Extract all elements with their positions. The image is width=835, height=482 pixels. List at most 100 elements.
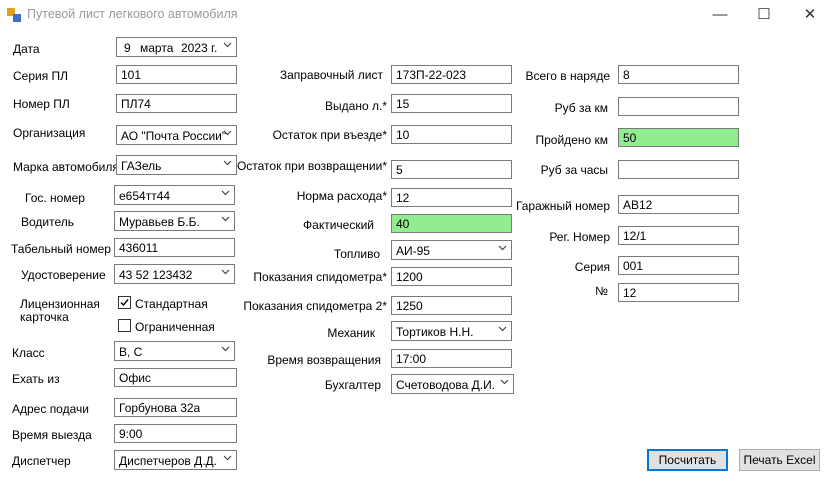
app-icon [7, 8, 21, 22]
reg-number-label: Рег. Номер [549, 230, 610, 244]
mechanic-value: Тортиков Н.Н. [396, 325, 474, 339]
passed-km-input[interactable]: 50 [618, 128, 739, 147]
number-pl-label: Номер ПЛ [13, 97, 70, 111]
from-label: Ехать из [12, 372, 60, 386]
issued-label: Выдано л.* [325, 99, 387, 113]
driver-value: Муравьев Б.Б. [119, 215, 200, 229]
passed-km-label: Пройдено км [535, 133, 609, 147]
date-month: марта [140, 41, 174, 55]
dispatcher-select[interactable]: Диспетчеров Д.Д. [114, 450, 237, 470]
rub-km-input[interactable] [618, 97, 739, 116]
remain-out-label: Остаток при въезде* [272, 128, 387, 142]
total-input[interactable]: 8 [618, 65, 739, 84]
tab-number-input[interactable]: 436011 [114, 238, 235, 257]
depart-time-input[interactable]: 9:00 [114, 424, 237, 443]
plate-select[interactable]: е654тт44 [114, 185, 235, 205]
from-input[interactable]: Офис [114, 368, 237, 387]
title-bar: Путевой лист легкового автомобиля — ☐ ✕ [0, 0, 835, 30]
dispatcher-label: Диспетчер [12, 454, 71, 468]
series-pl-input[interactable]: 101 [116, 65, 237, 84]
standard-checkbox-label[interactable]: Стандартная [135, 297, 208, 311]
remain-out-input[interactable]: 10 [391, 125, 512, 144]
chevron-down-icon[interactable] [223, 128, 232, 138]
chevron-down-icon[interactable] [221, 214, 230, 224]
series-label: Серия [574, 260, 610, 274]
actual-input[interactable]: 40 [391, 214, 512, 233]
odometer2-input[interactable]: 1250 [391, 296, 512, 315]
chevron-down-icon[interactable] [500, 377, 509, 387]
fuel-sheet-input[interactable]: 173П-22-023 [391, 65, 512, 84]
series-pl-label: Серия ПЛ [13, 69, 69, 83]
class-value: В, С [119, 345, 143, 359]
chevron-down-icon[interactable] [221, 188, 230, 198]
car-brand-select[interactable]: ГАЗель [116, 155, 237, 175]
chevron-down-icon[interactable] [221, 267, 230, 277]
date-label: Дата [13, 42, 40, 56]
mechanic-select[interactable]: Тортиков Н.Н. [391, 321, 512, 341]
reg-number-input[interactable]: 12/1 [618, 226, 739, 245]
car-brand-label: Марка автомобиля [13, 160, 119, 174]
remain-back-input[interactable]: 5 [391, 160, 512, 179]
return-time-label: Время возвращения [267, 353, 381, 367]
calculate-button[interactable]: Посчитать [647, 449, 728, 471]
address-input[interactable]: Горбунова 32а [114, 398, 237, 417]
plate-label: Гос. номер [25, 191, 85, 205]
class-select[interactable]: В, С [114, 341, 235, 361]
limited-checkbox-label[interactable]: Ограниченная [135, 320, 215, 334]
chevron-down-icon[interactable] [498, 243, 507, 253]
rub-km-label: Руб за км [554, 101, 608, 115]
date-picker[interactable]: 9 марта 2023 г. [116, 37, 237, 57]
number-pl-input[interactable]: ПЛ74 [116, 94, 237, 113]
odometer-label: Показания спидометра* [253, 270, 387, 284]
odometer2-label: Показания спидометра 2* [243, 299, 387, 313]
license-label: Удостоверение [21, 268, 106, 282]
mechanic-label: Механик [327, 326, 375, 340]
total-label: Всего в наряде [525, 69, 610, 83]
chevron-down-icon[interactable] [498, 324, 507, 334]
tab-number-label: Табельный номер [11, 242, 111, 256]
organization-label: Организация [13, 126, 86, 140]
date-year: 2023 г. [181, 41, 218, 55]
card-label-line2: карточка [20, 310, 69, 324]
maximize-button[interactable]: ☐ [741, 0, 787, 30]
chevron-down-icon[interactable] [223, 453, 232, 463]
print-excel-button[interactable]: Печать Excel [739, 449, 820, 471]
chevron-down-icon[interactable] [223, 40, 232, 50]
driver-label: Водитель [21, 215, 75, 229]
rub-hour-label: Руб за часы [540, 163, 608, 177]
address-label: Адрес подачи [12, 402, 89, 416]
return-time-input[interactable]: 17:00 [391, 349, 512, 368]
series-input[interactable]: 001 [618, 256, 739, 275]
chevron-down-icon[interactable] [221, 344, 230, 354]
standard-checkbox[interactable] [118, 296, 131, 309]
fuel-type-select[interactable]: АИ-95 [391, 240, 512, 260]
odometer-input[interactable]: 1200 [391, 267, 512, 286]
rub-hour-input[interactable] [618, 160, 739, 179]
fuel-type-value: АИ-95 [396, 244, 430, 258]
driver-select[interactable]: Муравьев Б.Б. [114, 211, 235, 231]
date-day: 9 [124, 41, 131, 55]
license-select[interactable]: 43 52 123432 [114, 264, 235, 284]
class-label: Класс [12, 346, 45, 360]
close-button[interactable]: ✕ [787, 0, 833, 30]
organization-select[interactable]: АО "Почта России" [116, 125, 237, 145]
issued-input[interactable]: 15 [391, 94, 512, 113]
plate-value: е654тт44 [119, 189, 171, 203]
depart-time-label: Время выезда [12, 428, 92, 442]
norm-label: Норма расхода* [296, 189, 387, 203]
dispatcher-value: Диспетчеров Д.Д. [119, 454, 218, 468]
card-label-line1: Лицензионная [20, 297, 100, 311]
garage-number-input[interactable]: АВ12 [618, 195, 739, 214]
minimize-button[interactable]: — [697, 0, 743, 30]
limited-checkbox[interactable] [118, 319, 131, 332]
num-input[interactable]: 12 [618, 283, 739, 302]
accountant-value: Счетоводова Д.И. [396, 378, 496, 392]
fuel-sheet-label: Заправочный лист [279, 68, 383, 82]
accountant-select[interactable]: Счетоводова Д.И. [391, 374, 514, 394]
chevron-down-icon[interactable] [223, 158, 232, 168]
license-value: 43 52 123432 [119, 268, 193, 282]
remain-back-label: Остаток при возвращении* [236, 159, 387, 173]
car-brand-value: ГАЗель [121, 159, 162, 173]
organization-value: АО "Почта России" [121, 129, 227, 143]
norm-input[interactable]: 12 [391, 188, 512, 207]
